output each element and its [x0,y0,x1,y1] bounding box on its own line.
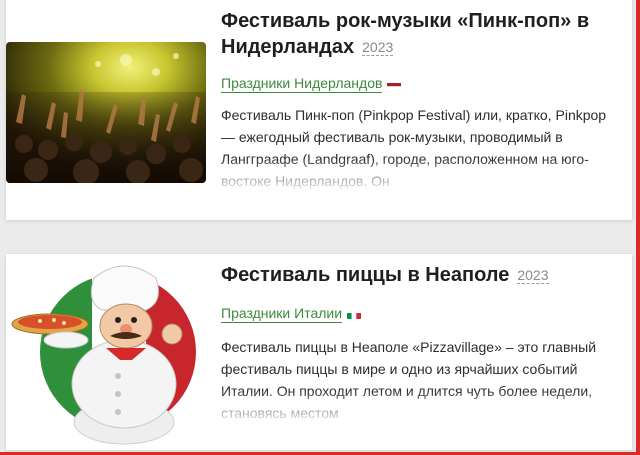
concert-crowd-image[interactable] [6,42,206,183]
holiday-category: Праздники Нидерландов [221,74,620,93]
holiday-card[interactable]: Фестиваль пиццы в Неаполе 2023 Праздники … [6,254,632,450]
page-viewport: Фестиваль рок-музыки «Пинк-поп» в Нидерл… [0,0,640,455]
netherlands-flag-icon [387,79,402,89]
holiday-card[interactable]: Фестиваль рок-музыки «Пинк-поп» в Нидерл… [6,0,632,220]
text-fade-overlay [221,390,620,424]
holiday-year[interactable]: 2023 [362,39,394,56]
holiday-description: Фестиваль пиццы в Неаполе «Pizzavillage»… [221,336,620,424]
pizza-chef-image[interactable] [6,256,206,448]
holiday-description: Фестиваль Пинк-поп (Pinkpop Festival) ил… [221,104,620,192]
card-content: Фестиваль рок-музыки «Пинк-поп» в Нидерл… [221,8,620,192]
card-content: Фестиваль пиццы в Неаполе 2023 Праздники … [221,262,620,424]
text-fade-overlay [221,158,620,192]
category-link[interactable]: Праздники Нидерландов [221,74,383,93]
category-link[interactable]: Праздники Италии [221,304,343,323]
holiday-title[interactable]: Фестиваль пиццы в Неаполе 2023 [221,262,620,288]
frame-edge-right [636,0,640,455]
italy-flag-icon [347,309,362,319]
holiday-year[interactable]: 2023 [517,267,549,284]
holiday-title[interactable]: Фестиваль рок-музыки «Пинк-поп» в Нидерл… [221,8,620,60]
holiday-category: Праздники Италии [221,304,620,323]
